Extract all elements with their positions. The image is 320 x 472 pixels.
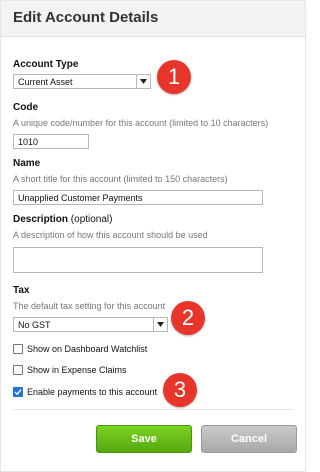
account-type-label: Account Type — [13, 59, 79, 70]
code-label: Code — [13, 102, 38, 113]
expense-checkbox-row[interactable]: Show in Expense Claims — [13, 365, 127, 375]
description-hint: A description of how this account should… — [13, 230, 208, 240]
watchlist-checkbox[interactable] — [13, 344, 23, 354]
description-label: Description (optional) — [13, 214, 113, 225]
expense-checkbox-label: Show in Expense Claims — [27, 365, 127, 375]
code-hint: A unique code/number for this account (l… — [13, 118, 269, 128]
tax-value: No GST — [18, 320, 51, 330]
description-label-text: Description — [13, 214, 69, 225]
annotation-badge-2: 2 — [171, 301, 205, 335]
name-input[interactable]: Unapplied Customer Payments — [13, 190, 263, 205]
description-optional: (optional) — [70, 214, 113, 225]
chevron-down-icon[interactable] — [136, 75, 150, 88]
watchlist-checkbox-label: Show on Dashboard Watchlist — [27, 344, 148, 354]
expense-checkbox[interactable] — [13, 365, 23, 375]
checkmark-icon — [14, 389, 22, 396]
payments-checkbox[interactable] — [13, 387, 23, 397]
tax-select[interactable]: No GST — [13, 317, 168, 332]
cancel-button[interactable]: Cancel — [201, 425, 297, 453]
tax-hint: The default tax setting for this account — [13, 301, 166, 311]
name-hint: A short title for this account (limited … — [13, 174, 228, 184]
dialog-title: Edit Account Details — [13, 9, 159, 26]
payments-checkbox-row[interactable]: Enable payments to this account — [13, 387, 157, 397]
save-button[interactable]: Save — [96, 425, 192, 453]
payments-checkbox-label: Enable payments to this account — [27, 387, 158, 397]
dialog-header: Edit Account Details — [1, 1, 305, 37]
annotation-badge-1: 1 — [157, 60, 191, 94]
name-label: Name — [13, 158, 41, 169]
annotation-badge-3: 3 — [163, 373, 197, 407]
description-textarea[interactable] — [13, 247, 263, 273]
footer-divider — [13, 409, 293, 410]
account-type-value: Current Asset — [18, 77, 73, 87]
watchlist-checkbox-row[interactable]: Show on Dashboard Watchlist — [13, 344, 147, 354]
code-input[interactable]: 1010 — [13, 134, 89, 149]
tax-label: Tax — [13, 285, 30, 296]
chevron-down-icon[interactable] — [153, 318, 167, 331]
account-type-select[interactable]: Current Asset — [13, 74, 151, 89]
